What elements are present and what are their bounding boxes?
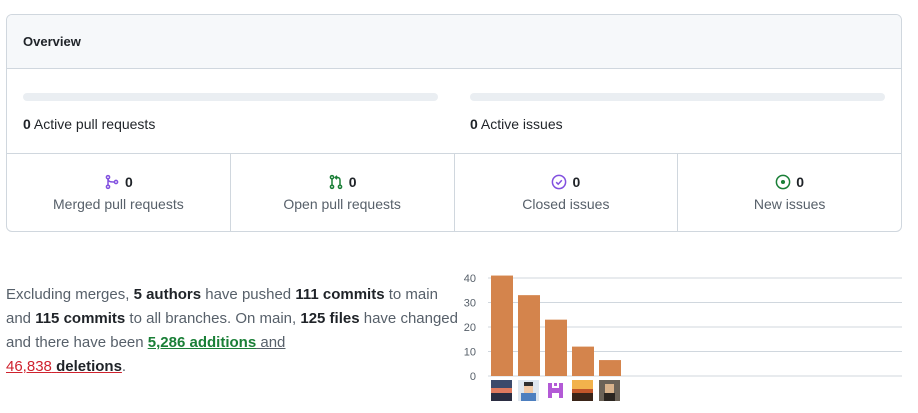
active-pull-requests: 0 Active pull requests	[23, 93, 438, 132]
contributor-bar[interactable]	[599, 360, 621, 376]
files-count: 125 files	[300, 310, 360, 327]
merged-count: 0	[124, 173, 133, 190]
avatar-landscape-icon[interactable]	[491, 380, 512, 401]
merged-pull-requests-stat[interactable]: 0 Merged pull requests	[7, 154, 231, 231]
avatar-portrait-icon[interactable]	[599, 380, 620, 401]
deletions-word: deletions	[56, 358, 122, 375]
active-issues-count: 0	[470, 116, 478, 132]
deletions-count: 46,838	[6, 358, 52, 375]
commits-main-count: 111 commits	[295, 286, 385, 303]
summary-text: to all branches. On main,	[125, 310, 301, 327]
merged-label: Merged pull requests	[53, 195, 184, 212]
authors-count: 5 authors	[133, 286, 202, 303]
additions-word: additions	[189, 334, 257, 351]
closed-count: 0	[572, 173, 581, 190]
summary-text: .	[121, 358, 127, 375]
summary-text: and	[256, 334, 286, 351]
open-label: Open pull requests	[283, 195, 401, 212]
contributor-bar[interactable]	[545, 319, 567, 376]
active-pull-requests-label: Active pull requests	[33, 116, 156, 132]
issue-closed-icon	[551, 174, 567, 190]
contributor-bar[interactable]	[491, 275, 513, 376]
active-issues-label: Active issues	[480, 116, 563, 132]
closed-label: Closed issues	[522, 195, 610, 212]
additions-link[interactable]: 5,286 additions and	[148, 334, 286, 351]
issue-opened-icon	[775, 174, 791, 190]
summary-text: Excluding merges,	[6, 286, 134, 303]
y-tick-label: 30	[464, 298, 476, 310]
avatar-identicon-icon[interactable]	[545, 380, 566, 401]
closed-issues-stat[interactable]: 0 Closed issues	[455, 154, 679, 231]
commits-all-count: 115 commits	[35, 310, 126, 327]
new-count: 0	[796, 173, 805, 190]
contributor-bar[interactable]	[518, 295, 540, 376]
y-tick-label: 40	[464, 273, 476, 285]
contributors-bar-chart: 0 10 20 30 40	[464, 273, 902, 401]
open-pull-requests-stat[interactable]: 0 Open pull requests	[231, 154, 455, 231]
deletions-link[interactable]: 46,838 deletions	[6, 358, 122, 375]
avatar-sunset-icon[interactable]	[572, 380, 593, 401]
new-label: New issues	[753, 195, 826, 212]
y-tick-label: 20	[464, 322, 476, 334]
open-count: 0	[348, 173, 357, 190]
active-pull-requests-count: 0	[23, 116, 31, 132]
stats-row: 0 Merged pull requests 0 Open pull reque…	[7, 154, 901, 231]
additions-count: 5,286	[147, 334, 186, 351]
y-tick-label: 10	[464, 347, 476, 359]
issues-progress-bar	[470, 93, 885, 101]
new-issues-stat[interactable]: 0 New issues	[678, 154, 901, 231]
contributors-chart: 0 10 20 30 40	[456, 264, 906, 410]
contributor-bar[interactable]	[572, 346, 594, 376]
pull-requests-progress-bar	[23, 93, 438, 101]
git-merge-icon	[104, 174, 120, 190]
progress-section: 0 Active pull requests 0 Active issues	[7, 69, 901, 154]
git-pull-request-icon	[328, 174, 344, 190]
avatar-person-icon[interactable]	[518, 380, 539, 401]
overview-title: Overview	[7, 15, 901, 69]
overview-panel: Overview 0 Active pull requests 0 Active…	[6, 14, 902, 232]
active-issues: 0 Active issues	[470, 93, 885, 132]
summary-text: have pushed	[201, 286, 296, 303]
y-tick-label: 0	[470, 371, 476, 383]
commit-summary: Excluding merges, 5 authors have pushed …	[6, 283, 466, 379]
